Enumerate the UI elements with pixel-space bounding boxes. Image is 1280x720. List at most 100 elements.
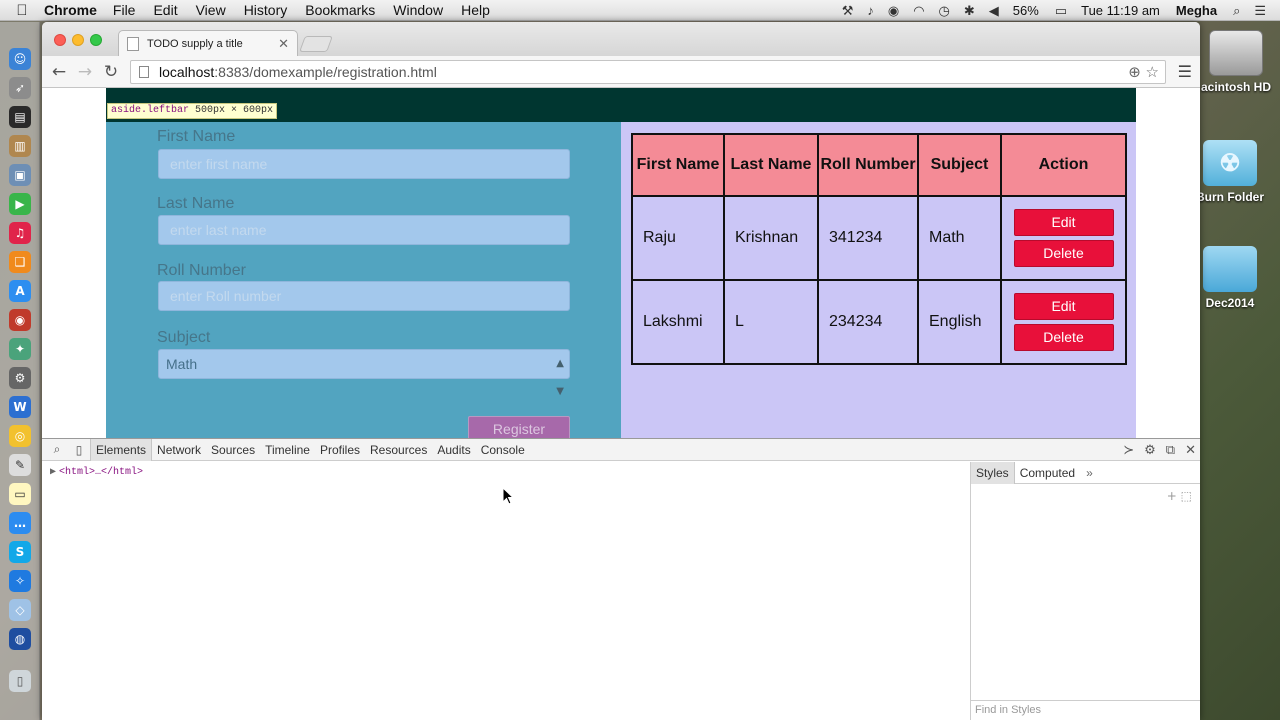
tab-strip: TODO supply a title ✕ [42,22,1200,56]
tab-sources[interactable]: Sources [206,439,260,461]
itunes-icon[interactable]: ♫ [9,222,31,244]
textedit-icon[interactable]: ✎ [9,454,31,476]
url-path: :8383/domexample/registration.html [214,64,437,80]
menu-window[interactable]: Window [393,2,443,18]
tab-profiles[interactable]: Profiles [315,439,365,461]
subject-label: Subject [157,329,211,346]
stickies-icon[interactable]: ▭ [9,483,31,505]
tab-network[interactable]: Network [152,439,206,461]
inspect-tooltip: aside.leftbar 500px × 600px [107,103,278,119]
tab-close-icon[interactable]: ✕ [278,36,289,52]
utility-app-icon[interactable]: ✦ [9,338,31,360]
header-last-name: Last Name [723,133,819,197]
ibooks-icon[interactable]: ❑ [9,251,31,273]
find-in-styles-input[interactable]: Find in Styles [971,700,1200,720]
dock-side-icon[interactable]: ⧉ [1166,443,1175,458]
chrome-menu-icon[interactable]: ☰ [1178,62,1192,81]
new-tab-button[interactable] [299,36,333,52]
zoom-and-bookmark-icons[interactable]: ⊕ ☆ [1128,63,1159,81]
menu-edit[interactable]: Edit [153,2,177,18]
system-preferences-icon[interactable]: ⚙ [9,367,31,389]
preview-icon[interactable]: ▣ [9,164,31,186]
desktop-burn-folder[interactable]: ☢ Burn Folder [1190,140,1270,204]
battery-icon[interactable]: ▭ [1055,3,1067,19]
notes-app-icon[interactable]: ▥ [9,135,31,157]
roll-number-input[interactable]: enter Roll number [158,281,570,311]
app-menu-chrome[interactable]: Chrome [44,2,97,18]
desktop-folder-dec2014[interactable]: Dec2014 [1190,246,1270,310]
device-mode-icon[interactable]: ▯ [68,443,90,457]
menu-bookmarks[interactable]: Bookmarks [305,2,375,18]
facetime-icon[interactable]: ▶ [9,193,31,215]
wifi-icon[interactable]: ◠ [913,3,924,19]
notification-center-icon[interactable]: ☰ [1254,3,1266,19]
devtools-settings-icon[interactable]: ⚙ [1144,443,1156,458]
forward-icon[interactable]: → [74,61,96,83]
word-icon[interactable]: W [9,396,31,418]
zoom-window-button[interactable] [90,34,102,46]
adobe-icon[interactable]: ⚒ [842,3,854,19]
devtools-close-icon[interactable]: ✕ [1185,443,1196,458]
tab-elements[interactable]: Elements [90,438,153,461]
user-name[interactable]: Megha [1176,3,1217,18]
messages-icon[interactable]: … [9,512,31,534]
app-store-icon[interactable]: A [9,280,31,302]
finder-icon[interactable]: ☺ [9,48,31,70]
delete-button[interactable]: Delete [1013,239,1114,267]
browser-tab[interactable]: TODO supply a title ✕ [118,30,298,56]
bluetooth-icon[interactable]: ✱ [964,3,975,19]
inspect-selector: aside.leftbar [111,105,190,116]
first-name-input[interactable]: enter first name [158,149,570,179]
page-info-icon[interactable] [139,66,149,78]
menu-file[interactable]: File [113,2,136,18]
netbeans-icon[interactable]: ◍ [9,628,31,650]
volume-icon[interactable]: ◀ [989,3,999,19]
battery-percent[interactable]: 56% [1013,3,1039,18]
status-area: ⚒ ♪ ◉ ◠ ◷ ✱ ◀ 56% ▭ Tue 11:19 am Megha ⌕… [842,0,1280,21]
tab-audits[interactable]: Audits [432,439,475,461]
skype-icon[interactable]: S [9,541,31,563]
dock: ☺ ➶ ▤ ▥ ▣ ▶ ♫ ❑ A ◉ ✦ ⚙ W ◎ ✎ ▭ … S ✧ ◇ … [0,22,40,720]
tab-timeline[interactable]: Timeline [260,439,315,461]
address-bar[interactable]: localhost:8383/domexample/registration.h… [130,60,1166,84]
tab-console[interactable]: Console [476,439,530,461]
more-tabs-icon[interactable]: » [1086,466,1093,480]
delete-button[interactable]: Delete [1013,323,1114,351]
minimize-window-button[interactable] [72,34,84,46]
clock[interactable]: Tue 11:19 am [1081,3,1160,18]
tab-computed[interactable]: Computed [1015,462,1080,484]
notification-bell-icon[interactable]: ♪ [867,3,874,18]
apple-menu-icon[interactable]:  [0,2,44,19]
edit-button[interactable]: Edit [1013,292,1114,320]
tab-styles[interactable]: Styles [971,461,1015,484]
launchpad-icon[interactable]: ➶ [9,77,31,99]
reload-icon[interactable]: ↻ [100,61,122,83]
inspect-search-icon[interactable]: ⌕ [46,442,68,457]
subject-select[interactable]: Math ▲ ▼ [158,349,570,397]
edit-button[interactable]: Edit [1013,208,1114,236]
console-drawer-icon[interactable]: ≻ [1123,443,1134,458]
back-icon[interactable]: ← [48,61,70,83]
time-machine-icon[interactable]: ◷ [939,3,950,19]
activity-monitor-icon[interactable]: ▤ [9,106,31,128]
menu-history[interactable]: History [244,2,288,18]
tab-resources[interactable]: Resources [365,439,432,461]
menu-help[interactable]: Help [461,2,490,18]
register-button[interactable]: Register [468,416,570,438]
dom-node-html[interactable]: <html>…</html> [59,467,143,478]
menu-view[interactable]: View [196,2,226,18]
spotlight-search-icon[interactable]: ⌕ [1233,3,1240,19]
desktop-hard-drive[interactable]: acintosh HD [1196,30,1276,94]
chrome-icon[interactable]: ◎ [9,425,31,447]
trash-icon[interactable]: ▯ [9,670,31,692]
safari-icon[interactable]: ✧ [9,570,31,592]
records-panel: First Name Last Name Roll Number Subject… [621,122,1136,438]
photo-booth-icon[interactable]: ◉ [9,309,31,331]
virtualbox-icon[interactable]: ◇ [9,599,31,621]
close-window-button[interactable] [54,34,66,46]
new-style-rule-icon[interactable]: + ⬚ [1167,489,1192,503]
expand-triangle-icon[interactable]: ▶ [50,467,56,478]
last-name-input[interactable]: enter last name [158,215,570,245]
record-icon[interactable]: ◉ [888,3,899,19]
header-action: Action [1000,133,1127,197]
